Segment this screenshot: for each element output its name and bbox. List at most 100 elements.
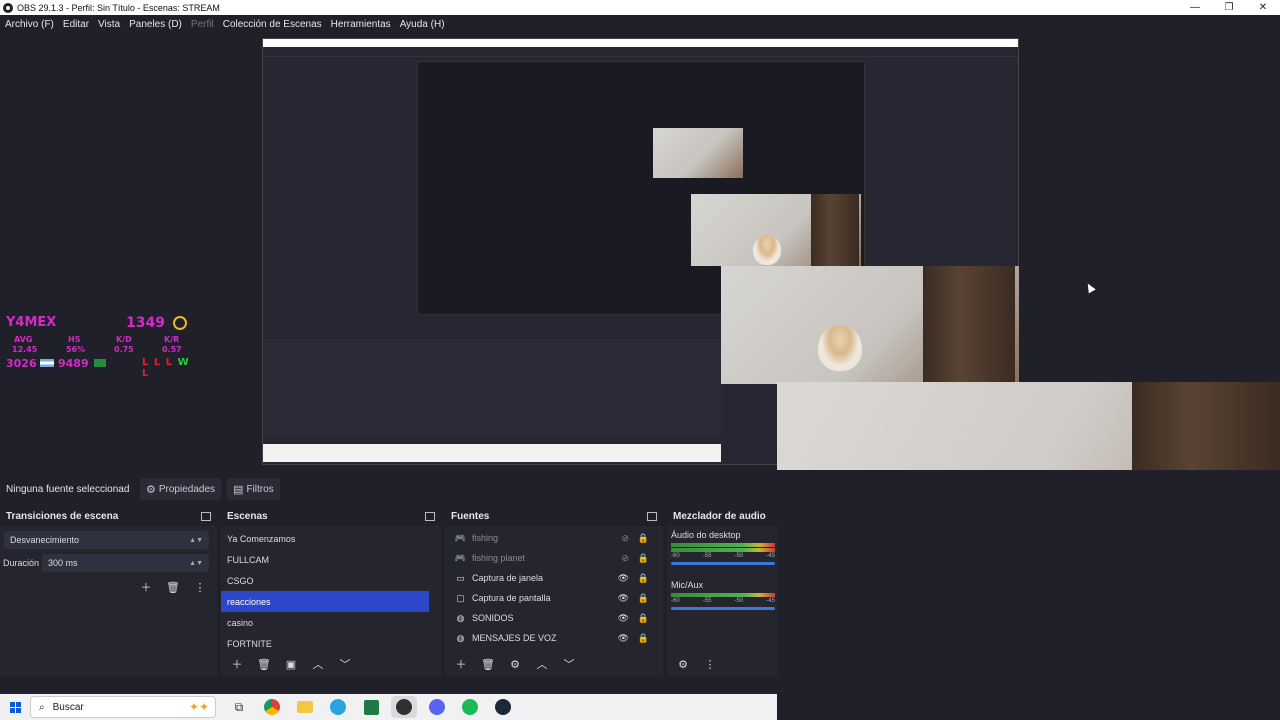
menu-paneles[interactable]: Paneles (D) [129, 19, 182, 30]
nested-docks [263, 339, 721, 435]
telegram-icon[interactable] [325, 696, 351, 718]
eye-hidden-icon[interactable]: ⊘ [621, 533, 629, 544]
volume-meter [671, 543, 775, 547]
scene-item[interactable]: FULLCAM [221, 549, 429, 570]
menu-herramientas[interactable]: Herramientas [331, 19, 391, 30]
overlay-label-kd: K/D [116, 335, 132, 344]
scene-item[interactable]: Ya Comenzamos [221, 528, 429, 549]
sparkle-icon: ✦✦ [188, 700, 209, 714]
menu-vista[interactable]: Vista [98, 19, 120, 30]
remove-source-button[interactable]: 🗑 [478, 655, 498, 673]
source-properties-button[interactable]: ⚙ [505, 655, 525, 673]
add-source-button[interactable]: ＋ [451, 655, 471, 673]
source-item[interactable]: ◍ MENSAJES DE VOZ 👁 🔒 [445, 628, 663, 648]
lock-icon[interactable]: 🔒 [638, 533, 649, 544]
result-5: L [142, 368, 150, 379]
dock-float-icon[interactable] [647, 511, 657, 521]
restore-button[interactable]: ❐ [1212, 0, 1246, 15]
properties-label: Propiedades [158, 483, 216, 495]
move-down-icon[interactable]: ﹀ [335, 655, 355, 673]
scene-item[interactable]: casino [221, 612, 429, 633]
gamepad-icon: 🎮 [454, 532, 467, 543]
excel-icon[interactable] [358, 696, 384, 718]
add-transition-button[interactable]: ＋ [136, 578, 156, 596]
lock-icon[interactable]: 🔒 [638, 593, 649, 604]
duration-value: 300 ms [48, 558, 78, 568]
mixer-menu-button[interactable]: ⋮ [700, 655, 720, 673]
duration-input[interactable]: 300 ms ▲▼ [42, 554, 209, 572]
sources-title: Fuentes [451, 510, 490, 522]
tick: -60 [671, 598, 680, 604]
source-item[interactable]: ◍ SONIDOS 👁 🔒 [445, 608, 663, 628]
dock-float-icon[interactable] [201, 511, 211, 521]
scenes-dock: Escenas Ya Comenzamos FULLCAM CSGO reacc… [221, 506, 441, 676]
close-button[interactable]: ✕ [1246, 0, 1280, 15]
scene-item-selected[interactable]: reacciones [221, 591, 429, 612]
lock-icon[interactable]: 🔒 [638, 573, 649, 584]
source-name: MENSAJES DE VOZ [472, 633, 557, 643]
result-4: W [177, 357, 190, 368]
eye-icon[interactable]: 👁 [618, 593, 629, 604]
eye-icon[interactable]: 👁 [618, 573, 629, 584]
dock-float-icon[interactable] [425, 511, 435, 521]
transition-select[interactable]: Desvanecimiento ▲▼ [4, 531, 209, 549]
add-scene-button[interactable]: ＋ [227, 655, 247, 673]
eye-icon[interactable]: 👁 [618, 633, 629, 644]
overlay-value-hs: 56% [66, 345, 86, 354]
move-up-icon[interactable]: ︿ [308, 655, 328, 673]
properties-button[interactable]: ⚙ Propiedades [140, 478, 222, 500]
move-up-icon[interactable]: ︿ [532, 655, 552, 673]
filters-button[interactable]: ▤ Filtros [227, 478, 280, 500]
remove-scene-button[interactable]: 🗑 [254, 655, 274, 673]
files-icon[interactable] [292, 696, 318, 718]
taskbar-search[interactable]: ⌕ Buscar ✦✦ [30, 696, 216, 718]
source-name: SONIDOS [472, 613, 514, 623]
tick: -55 [702, 553, 712, 559]
mouse-cursor-icon [1084, 281, 1096, 294]
overlay-results: L L L W L [142, 357, 194, 379]
rank-coin-icon [173, 316, 187, 330]
scene-item[interactable]: CSGO [221, 570, 429, 591]
eye-icon[interactable]: 👁 [618, 613, 629, 624]
spotify-icon[interactable] [457, 696, 483, 718]
menu-ayuda[interactable]: Ayuda (H) [400, 19, 445, 30]
menu-coleccion-escenas[interactable]: Colección de Escenas [223, 19, 322, 30]
source-item[interactable]: 🎮 fishing ⊘ 🔒 [445, 528, 663, 548]
menu-archivo[interactable]: Archivo (F) [5, 19, 54, 30]
filter-icon: ▤ [233, 483, 244, 496]
advanced-audio-button[interactable]: ⚙ [673, 655, 693, 673]
obs-icon[interactable] [391, 696, 417, 718]
lock-icon[interactable]: 🔒 [638, 613, 649, 624]
argentina-flag-icon [40, 359, 54, 367]
volume-slider[interactable] [671, 607, 775, 610]
preview-canvas[interactable]: Y4MEX 1349 AVG HS K/D K/R 12.45 56% 0.75… [0, 33, 1280, 470]
menu-perfil[interactable]: Perfil [191, 19, 214, 30]
minimize-button[interactable]: — [1178, 0, 1212, 15]
remove-transition-button[interactable]: 🗑 [163, 578, 183, 596]
lock-icon[interactable]: 🔒 [638, 633, 649, 644]
source-item[interactable]: 🎮 fishing planet ⊘ 🔒 [445, 548, 663, 568]
move-down-icon[interactable]: ﹀ [559, 655, 579, 673]
menu-editar[interactable]: Editar [63, 19, 89, 30]
mixer-title: Mezclador de audio [673, 510, 766, 522]
window-title: OBS 29.1.3 - Perfil: Sin Título - Escena… [17, 2, 220, 13]
task-view-icon[interactable]: ⧉ [226, 696, 252, 718]
eye-hidden-icon[interactable]: ⊘ [621, 553, 629, 564]
scene-filters-button[interactable]: ▣ [281, 655, 301, 673]
steam-icon[interactable] [490, 696, 516, 718]
discord-icon[interactable] [424, 696, 450, 718]
lock-icon[interactable]: 🔒 [638, 553, 649, 564]
chrome-icon[interactable] [259, 696, 285, 718]
source-item[interactable]: ▢ Captura de pantalla 👁 🔒 [445, 588, 663, 608]
overlay-label-hs: HS [68, 335, 81, 344]
volume-slider[interactable] [671, 562, 775, 565]
scene-item[interactable]: FORTNITE [221, 633, 429, 654]
start-button[interactable] [0, 701, 30, 713]
globe-icon: ◍ [456, 632, 465, 643]
overlay-label-avg: AVG [14, 335, 33, 344]
sources-toolbar: ＋ 🗑 ⚙ ︿ ﹀ [445, 652, 663, 676]
transition-menu-button[interactable]: ⋮ [190, 578, 210, 596]
sources-list: 🎮 fishing ⊘ 🔒 🎮 fishing planet ⊘ 🔒 ▭ Cap… [445, 528, 663, 652]
source-item[interactable]: ▭ Captura de janela 👁 🔒 [445, 568, 663, 588]
search-placeholder: Buscar [52, 701, 84, 713]
